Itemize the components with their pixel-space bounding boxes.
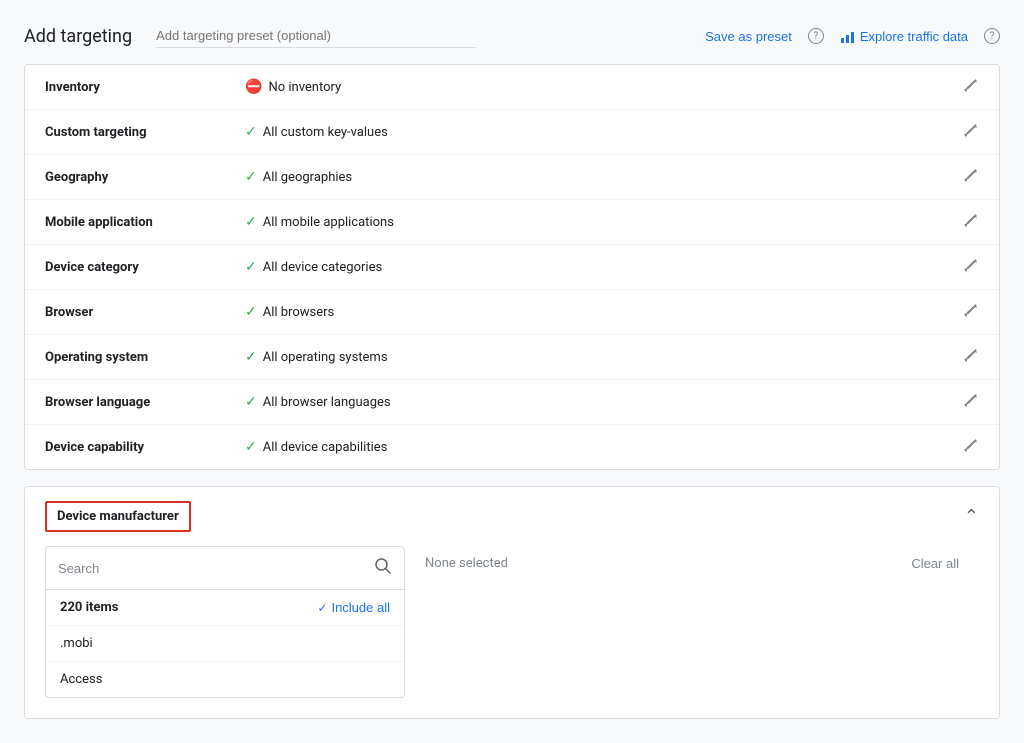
row-value: ✓ All browser languages xyxy=(245,394,963,410)
row-value-text: All device capabilities xyxy=(263,440,388,455)
search-bar xyxy=(46,547,404,590)
explore-help-icon[interactable]: ? xyxy=(984,28,1000,44)
edit-icon[interactable] xyxy=(963,437,979,457)
row-value-text: All browsers xyxy=(263,305,335,320)
device-manufacturer-section: Device manufacturer ⌃ 220 items ✓ Includ… xyxy=(24,486,1000,719)
row-label: Geography xyxy=(45,170,245,185)
table-row: Mobile application ✓ All mobile applicat… xyxy=(25,200,999,245)
right-panel: None selected Clear all xyxy=(405,546,979,698)
items-count: 220 items xyxy=(60,600,118,615)
row-value: ✓ All geographies xyxy=(245,169,963,185)
edit-icon[interactable] xyxy=(963,302,979,322)
row-value: ✓ All operating systems xyxy=(245,349,963,365)
targeting-table: Inventory ⛔ No inventory Custom targetin… xyxy=(24,64,1000,470)
table-row: Operating system ✓ All operating systems xyxy=(25,335,999,380)
row-value: ✓ All custom key-values xyxy=(245,124,963,140)
row-value: ✓ All device capabilities xyxy=(245,439,963,455)
explore-traffic-button[interactable]: Explore traffic data xyxy=(840,28,968,44)
row-value-text: No inventory xyxy=(268,80,341,95)
left-panel: 220 items ✓ Include all .mobiAccess xyxy=(45,546,405,698)
row-label: Device category xyxy=(45,260,245,275)
table-row: Browser ✓ All browsers xyxy=(25,290,999,335)
edit-icon[interactable] xyxy=(963,257,979,277)
no-icon: ⛔ xyxy=(245,79,262,95)
edit-icon[interactable] xyxy=(963,167,979,187)
list-items-header: 220 items ✓ Include all xyxy=(46,590,404,626)
check-icon: ✓ xyxy=(245,304,257,320)
row-label: Custom targeting xyxy=(45,125,245,140)
save-preset-help-icon[interactable]: ? xyxy=(808,28,824,44)
search-input[interactable] xyxy=(58,561,374,576)
table-row: Custom targeting ✓ All custom key-values xyxy=(25,110,999,155)
section-header: Device manufacturer ⌃ xyxy=(25,487,999,546)
row-value-text: All browser languages xyxy=(263,395,391,410)
edit-icon[interactable] xyxy=(963,212,979,232)
table-row: Device category ✓ All device categories xyxy=(25,245,999,290)
check-icon: ✓ xyxy=(245,124,257,140)
row-label: Inventory xyxy=(45,80,245,95)
include-all-label: Include all xyxy=(331,600,390,615)
check-icon: ✓ xyxy=(245,394,257,410)
check-icon: ✓ xyxy=(245,214,257,230)
list-item[interactable]: .mobi xyxy=(46,626,404,662)
section-content: 220 items ✓ Include all .mobiAccess None… xyxy=(25,546,999,718)
explore-traffic-label: Explore traffic data xyxy=(860,29,968,44)
row-value-text: All mobile applications xyxy=(263,215,394,230)
header-actions: Save as preset ? Explore traffic data ? xyxy=(705,28,1000,44)
page-title: Add targeting xyxy=(24,26,132,47)
check-icon: ✓ xyxy=(245,259,257,275)
row-value: ✓ All mobile applications xyxy=(245,214,963,230)
row-value-text: All custom key-values xyxy=(263,125,388,140)
save-preset-button[interactable]: Save as preset xyxy=(705,29,792,44)
row-label: Operating system xyxy=(45,350,245,365)
edit-icon[interactable] xyxy=(963,77,979,97)
table-row: Browser language ✓ All browser languages xyxy=(25,380,999,425)
page-header: Add targeting Save as preset ? Explore t… xyxy=(24,24,1000,48)
device-manufacturer-title: Device manufacturer xyxy=(45,501,191,532)
row-label: Browser language xyxy=(45,395,245,410)
row-value: ✓ All device categories xyxy=(245,259,963,275)
preset-input[interactable] xyxy=(156,24,476,48)
collapse-icon[interactable]: ⌃ xyxy=(964,506,979,527)
explore-bar-icon xyxy=(840,28,856,44)
check-icon: ✓ xyxy=(245,439,257,455)
row-value-text: All geographies xyxy=(263,170,352,185)
clear-all-button[interactable]: Clear all xyxy=(911,556,959,571)
check-icon: ✓ xyxy=(245,169,257,185)
check-icon: ✓ xyxy=(245,349,257,365)
row-value: ⛔ No inventory xyxy=(245,79,963,95)
row-label: Mobile application xyxy=(45,215,245,230)
row-value: ✓ All browsers xyxy=(245,304,963,320)
row-value-text: All operating systems xyxy=(263,350,388,365)
row-label: Device capability xyxy=(45,440,245,455)
list-item[interactable]: Access xyxy=(46,662,404,697)
edit-icon[interactable] xyxy=(963,392,979,412)
row-label: Browser xyxy=(45,305,245,320)
search-icon xyxy=(374,557,392,579)
none-selected-label: None selected xyxy=(425,556,508,571)
table-row: Geography ✓ All geographies xyxy=(25,155,999,200)
table-row: Device capability ✓ All device capabilit… xyxy=(25,425,999,469)
edit-icon[interactable] xyxy=(963,347,979,367)
table-row: Inventory ⛔ No inventory xyxy=(25,65,999,110)
edit-icon[interactable] xyxy=(963,122,979,142)
include-all-button[interactable]: ✓ Include all xyxy=(317,600,390,615)
include-check-icon: ✓ xyxy=(317,601,327,615)
row-value-text: All device categories xyxy=(263,260,382,275)
